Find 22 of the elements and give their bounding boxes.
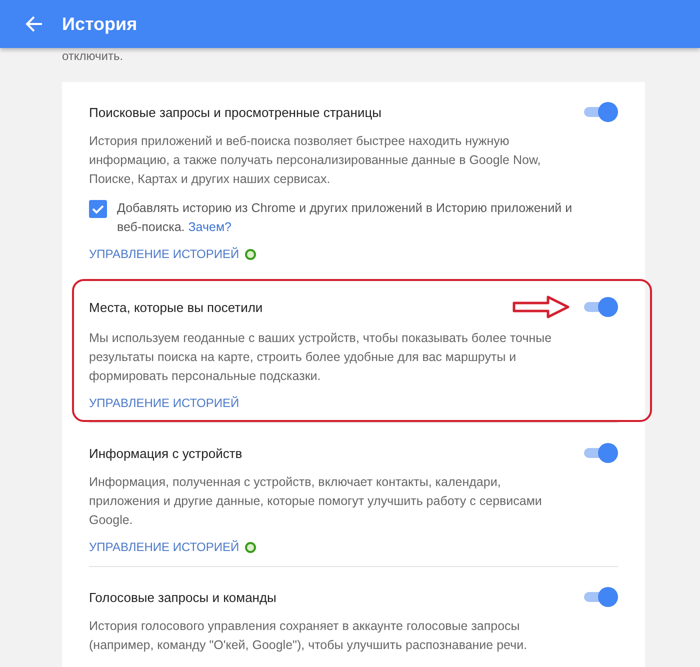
toggle-switch[interactable] [584, 587, 618, 607]
toggle-switch[interactable] [584, 443, 618, 463]
checkbox[interactable] [89, 200, 107, 218]
toggle-switch[interactable] [584, 297, 618, 317]
section-title: Информация с устройств [89, 446, 244, 460]
section-title: Голосовые запросы и команды [89, 590, 278, 604]
intro-text: отключить. [62, 49, 124, 63]
section-description: Мы используем геоданные с ваших устройств, чтобы показывать более точные результаты поиска на карте, строить более удобные для вас маршруты и формировать персональные подсказки. [89, 330, 553, 385]
manage-history-link[interactable]: УПРАВЛЕНИЕ ИСТОРИЕЙ [89, 396, 240, 410]
manage-history-link[interactable]: УПРАВЛЕНИЕ ИСТОРИЕЙ [89, 247, 240, 261]
section-title: Поисковые запросы и просмотренные страницы [89, 104, 382, 120]
manage-history-link[interactable]: УПРАВЛЕНИЕ ИСТОРИЕЙ [89, 540, 240, 554]
back-arrow-icon[interactable] [25, 15, 43, 33]
checkbox-label: Добавлять историю из Chrome и других приложений в Историю приложений и веб-поиска. Зачем? [117, 200, 574, 236]
why-link[interactable]: Зачем? [188, 220, 232, 234]
section-description: Информация, полученная с устройств, включает контакты, календари, приложения и другие данные, которые помогут улучшить работу с сервисами Google. [89, 474, 543, 529]
arrow-icon [512, 295, 570, 319]
section-description: История голосового управления сохраняет в аккаунте голосовые запросы (например, команду "О'кей, Google"), чтобы улучшить распознавание речи. [89, 618, 528, 654]
section-description: История приложений и веб-поиска позволяет быстрее находить нужную информацию, а также получать персонализированные данные в Google Now, Поиске, Картах и других наших сервисах. [89, 133, 542, 188]
toggle-switch[interactable] [584, 102, 618, 122]
section-title: Места, которые вы посетили [89, 300, 264, 314]
page-title: История [62, 14, 138, 34]
